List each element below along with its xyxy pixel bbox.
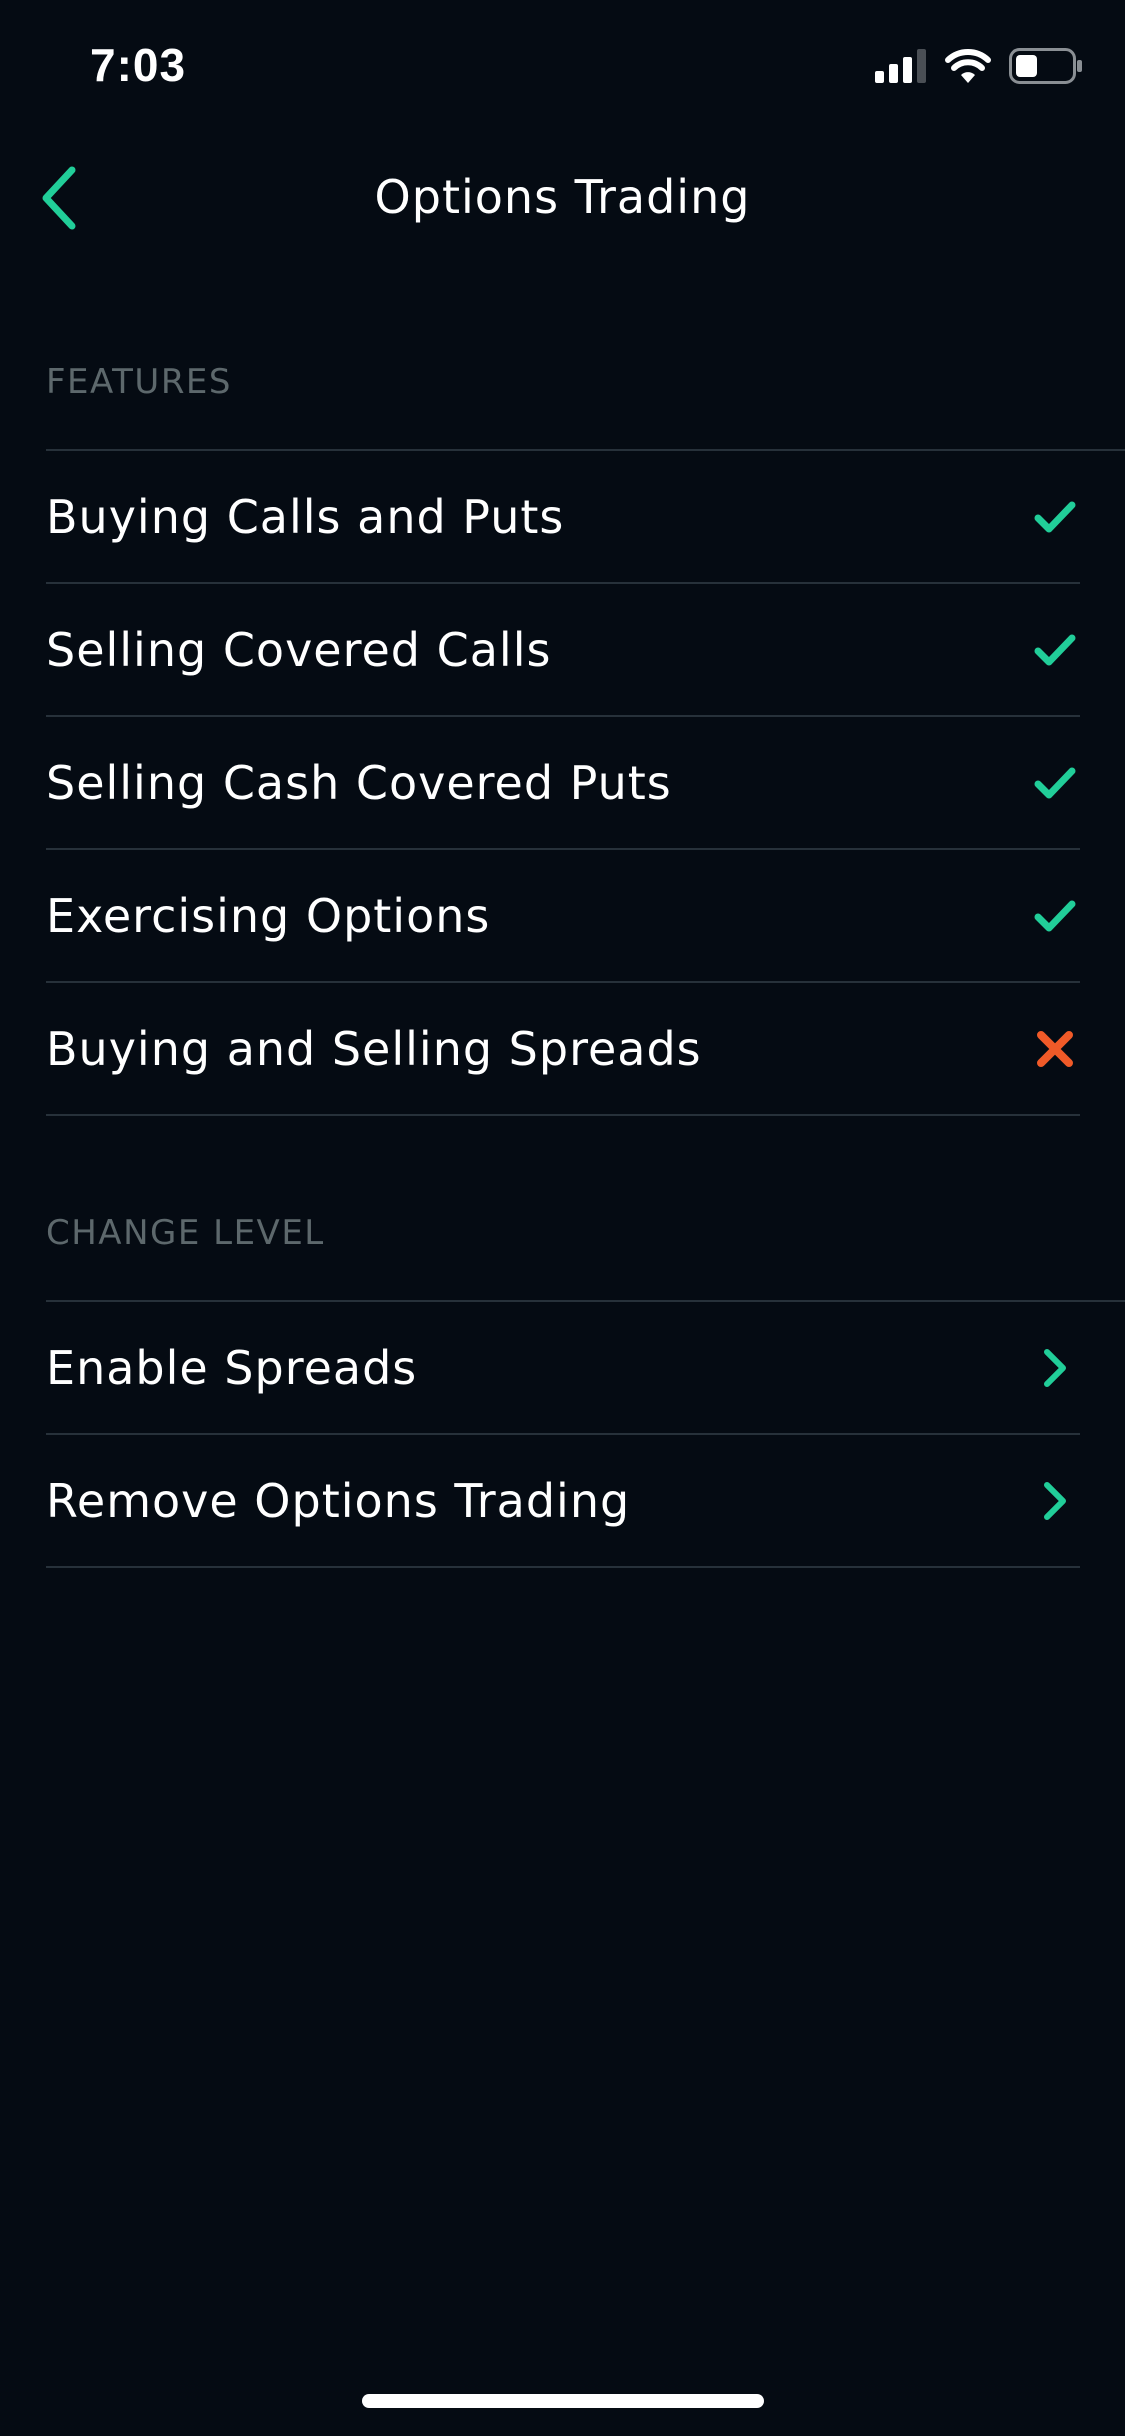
checkmark-icon — [1030, 625, 1080, 675]
feature-label: Selling Cash Covered Puts — [46, 755, 672, 810]
x-mark-icon — [1030, 1024, 1080, 1074]
feature-row: Selling Cash Covered Puts — [46, 717, 1080, 850]
battery-icon — [1009, 48, 1082, 84]
feature-row: Selling Covered Calls — [46, 584, 1080, 717]
remove-options-trading-row[interactable]: Remove Options Trading — [46, 1435, 1080, 1568]
home-indicator[interactable] — [362, 2394, 764, 2408]
chevron-right-icon — [1030, 1476, 1080, 1526]
page-title: Options Trading — [374, 170, 751, 224]
status-time: 7:03 — [90, 39, 187, 91]
cellular-signal-icon — [875, 49, 926, 83]
feature-row: Exercising Options — [46, 850, 1080, 983]
checkmark-icon — [1030, 492, 1080, 542]
row-label: Enable Spreads — [46, 1340, 418, 1395]
row-label: Remove Options Trading — [46, 1473, 631, 1528]
section-header-features: FEATURES — [46, 362, 233, 402]
feature-row: Buying and Selling Spreads — [46, 983, 1080, 1116]
feature-label: Exercising Options — [46, 888, 491, 943]
feature-label: Selling Covered Calls — [46, 622, 552, 677]
section-header-change-level: CHANGE LEVEL — [46, 1213, 325, 1253]
feature-label: Buying and Selling Spreads — [46, 1021, 702, 1076]
checkmark-icon — [1030, 891, 1080, 941]
checkmark-icon — [1030, 758, 1080, 808]
enable-spreads-row[interactable]: Enable Spreads — [46, 1302, 1080, 1435]
nav-bar: Options Trading — [0, 150, 1125, 250]
chevron-right-icon — [1030, 1343, 1080, 1393]
status-bar: 7:03 — [0, 0, 1125, 132]
status-icons — [875, 48, 1083, 84]
feature-label: Buying Calls and Puts — [46, 489, 565, 544]
feature-row: Buying Calls and Puts — [46, 451, 1080, 584]
wifi-icon — [945, 49, 991, 83]
